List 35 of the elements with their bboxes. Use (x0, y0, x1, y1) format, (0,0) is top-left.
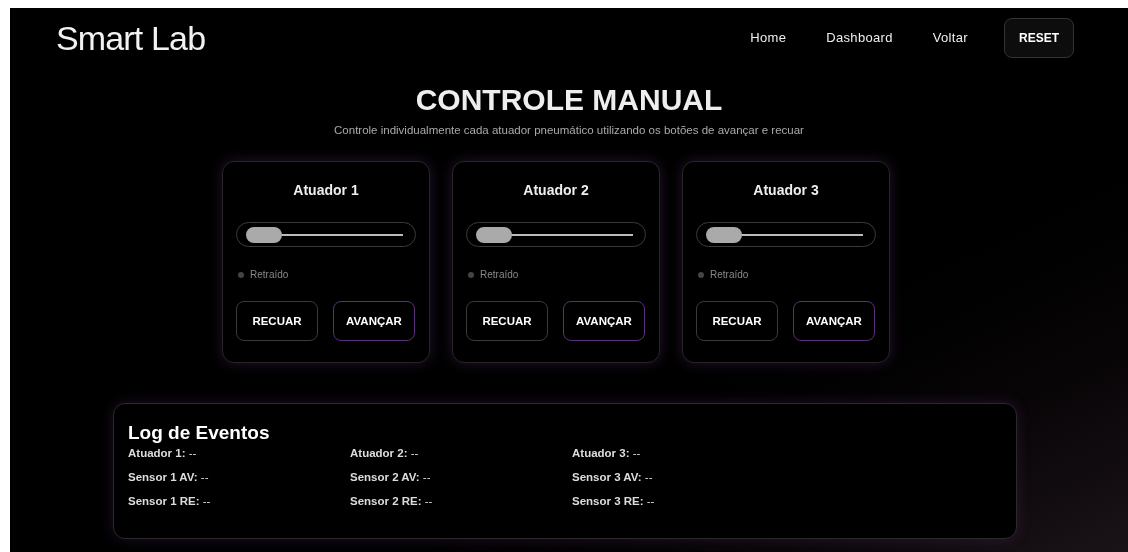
switch-knob[interactable] (246, 227, 282, 244)
nav-link[interactable]: Voltar (932, 28, 968, 48)
nav-link[interactable]: Dashboard (826, 28, 893, 48)
advance-button[interactable]: AVANÇAR (793, 301, 875, 342)
actuator-title: Atuador 2 (522, 181, 590, 201)
advance-button[interactable]: AVANÇAR (333, 301, 415, 342)
switch-knob[interactable] (706, 227, 742, 244)
log-entry: Sensor 1 RE: -- (128, 494, 212, 509)
switch-knob[interactable] (476, 227, 512, 244)
log-entry: Sensor 2 RE: -- (350, 494, 434, 509)
advance-button[interactable]: AVANÇAR (563, 301, 645, 342)
position-switch[interactable] (466, 222, 646, 248)
actuator-title: Atuador 1 (292, 181, 360, 201)
log-entry: Sensor 1 AV: -- (128, 470, 210, 485)
status-label: Retraído (480, 268, 519, 283)
retract-button[interactable]: RECUAR (236, 301, 318, 342)
retract-button[interactable]: RECUAR (466, 301, 548, 342)
position-switch[interactable] (696, 222, 876, 248)
nav-link[interactable]: Home (750, 28, 787, 48)
status-label: Retraído (250, 268, 289, 283)
log-entry: Sensor 2 AV: -- (350, 470, 432, 485)
retract-button[interactable]: RECUAR (696, 301, 778, 342)
log-entry: Atuador 2: -- (350, 446, 420, 461)
actuator-title: Atuador 3 (752, 181, 820, 201)
log-entry: Atuador 1: -- (128, 446, 198, 461)
page-title: CONTROLE MANUAL (414, 82, 724, 118)
reset-button[interactable]: RESET (1004, 18, 1074, 58)
page-subtitle: Controle individualmente cada atuador pneumático utilizando os botões de avançar e recuar (333, 123, 805, 138)
status-label: Retraído (710, 268, 749, 283)
log-title: Log de Eventos (128, 422, 271, 445)
position-switch[interactable] (236, 222, 416, 248)
log-entry: Sensor 3 AV: -- (572, 470, 654, 485)
log-entry: Sensor 3 RE: -- (572, 494, 656, 509)
logo-text: Smart Lab (56, 17, 206, 59)
log-entry: Atuador 3: -- (572, 446, 642, 461)
